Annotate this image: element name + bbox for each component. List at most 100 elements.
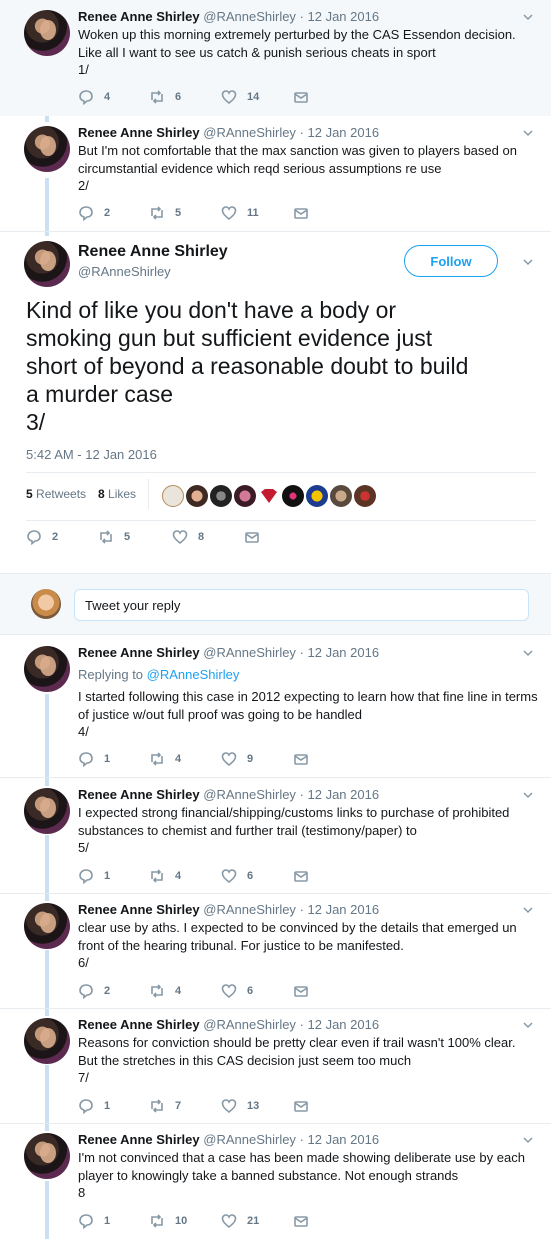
tweet-date[interactable]: · 12 Jan 2016	[300, 902, 380, 917]
tweet-date[interactable]: · 12 Jan 2016	[300, 787, 380, 802]
chevron-down-icon[interactable]	[521, 1018, 535, 1032]
author-name[interactable]: Renee Anne Shirley	[78, 902, 200, 917]
author-name[interactable]: Renee Anne Shirley	[78, 787, 200, 802]
avatar[interactable]	[24, 1018, 70, 1064]
dm-button[interactable]	[244, 529, 260, 545]
likes-stat[interactable]: 8 Likes	[98, 487, 136, 501]
chevron-down-icon[interactable]	[521, 903, 535, 917]
author-name[interactable]: Renee Anne Shirley	[78, 125, 200, 140]
like-button[interactable]: 6	[221, 983, 253, 999]
like-button[interactable]: 6	[221, 868, 253, 884]
context-tweet[interactable]: Renee Anne Shirley @RAnneShirley · 12 Ja…	[0, 0, 551, 116]
mail-icon	[294, 754, 308, 765]
chevron-down-icon[interactable]	[521, 126, 535, 140]
liker-avatar[interactable]	[354, 485, 376, 507]
retweet-button[interactable]: 5	[149, 205, 181, 221]
author-name[interactable]: Renee Anne Shirley	[78, 1017, 200, 1032]
author-name[interactable]: Renee Anne Shirley	[78, 9, 200, 24]
retweet-button[interactable]: 4	[149, 868, 181, 884]
heart-icon	[172, 530, 188, 545]
reply-tweet[interactable]: Renee Anne Shirley @RAnneShirley · 12 Ja…	[0, 1009, 551, 1124]
retweet-button[interactable]: 4	[149, 983, 181, 999]
liker-avatar[interactable]	[330, 485, 352, 507]
tweet-text: I expected strong financial/shipping/cus…	[78, 805, 510, 855]
dm-button[interactable]	[293, 983, 309, 999]
author-handle[interactable]: @RAnneShirley	[203, 787, 296, 802]
author-handle[interactable]: @RAnneShirley	[203, 902, 296, 917]
avatar[interactable]	[24, 903, 70, 949]
dm-button[interactable]	[293, 1098, 309, 1114]
like-button[interactable]: 13	[221, 1098, 259, 1114]
author-handle[interactable]: @RAnneShirley	[203, 645, 296, 660]
liker-avatar[interactable]	[186, 485, 208, 507]
dm-button[interactable]	[293, 868, 309, 884]
liker-avatar[interactable]	[210, 485, 232, 507]
avatar[interactable]	[24, 788, 70, 834]
author-handle[interactable]: @RAnneShirley	[203, 125, 296, 140]
author-name[interactable]: Renee Anne Shirley	[78, 645, 200, 660]
follow-button[interactable]: Follow	[404, 245, 498, 277]
dm-button[interactable]	[293, 89, 309, 105]
like-button[interactable]: 9	[221, 751, 253, 767]
chevron-down-icon[interactable]	[521, 1133, 535, 1147]
dm-button[interactable]	[293, 205, 309, 221]
author-handle[interactable]: @RAnneShirley	[78, 264, 171, 279]
tweet-date[interactable]: · 12 Jan 2016	[300, 9, 380, 24]
reply-button[interactable]: 2	[26, 529, 58, 545]
chevron-down-icon[interactable]	[521, 788, 535, 802]
reply-button[interactable]: 4	[78, 89, 110, 105]
reply-input[interactable]: Tweet your reply	[74, 589, 529, 621]
avatar[interactable]	[24, 126, 70, 172]
retweet-button[interactable]: 10	[149, 1213, 187, 1229]
reply-icon	[79, 752, 93, 767]
like-button[interactable]: 8	[172, 529, 204, 545]
heart-icon	[221, 984, 237, 999]
author-handle[interactable]: @RAnneShirley	[203, 9, 296, 24]
like-button[interactable]: 14	[221, 89, 259, 105]
author-name[interactable]: Renee Anne Shirley	[78, 243, 228, 261]
liker-avatar[interactable]	[162, 485, 184, 507]
avatar[interactable]	[24, 241, 70, 287]
liker-avatar[interactable]	[234, 485, 256, 507]
retweet-button[interactable]: 5	[98, 529, 130, 545]
reply-button[interactable]: 1	[78, 751, 110, 767]
replying-to-handle[interactable]: @RAnneShirley	[147, 667, 240, 682]
tweet-date[interactable]: · 12 Jan 2016	[300, 1017, 380, 1032]
tweet-date[interactable]: · 12 Jan 2016	[300, 645, 380, 660]
author-handle[interactable]: @RAnneShirley	[203, 1017, 296, 1032]
tweet-date[interactable]: · 12 Jan 2016	[300, 125, 380, 140]
retweet-button[interactable]: 4	[149, 751, 181, 767]
like-button[interactable]: 11	[221, 205, 259, 221]
reply-button[interactable]: 1	[78, 1098, 110, 1114]
reply-button[interactable]: 1	[78, 868, 110, 884]
reply-button[interactable]: 1	[78, 1213, 110, 1229]
liker-avatar[interactable]	[282, 485, 304, 507]
author-handle[interactable]: @RAnneShirley	[203, 1132, 296, 1147]
retweet-icon	[151, 869, 163, 883]
reply-tweet[interactable]: Renee Anne Shirley @RAnneShirley · 12 Ja…	[0, 1124, 551, 1239]
reply-tweet[interactable]: Renee Anne Shirley @RAnneShirley · 12 Ja…	[0, 636, 551, 778]
author-name[interactable]: Renee Anne Shirley	[78, 1132, 200, 1147]
chevron-down-icon[interactable]	[521, 10, 535, 24]
avatar[interactable]	[24, 1133, 70, 1179]
reply-button[interactable]: 2	[78, 205, 110, 221]
retweet-button[interactable]: 6	[149, 89, 181, 105]
avatar[interactable]	[24, 10, 70, 56]
reply-button[interactable]: 2	[78, 983, 110, 999]
like-button[interactable]: 21	[221, 1213, 259, 1229]
chevron-down-icon[interactable]	[521, 646, 535, 660]
context-tweet[interactable]: Renee Anne Shirley @RAnneShirley · 12 Ja…	[0, 116, 551, 232]
chevron-down-icon[interactable]	[521, 255, 535, 269]
avatar[interactable]	[24, 646, 70, 692]
dm-button[interactable]	[293, 751, 309, 767]
liker-avatar[interactable]	[306, 485, 328, 507]
tweet-date[interactable]: · 12 Jan 2016	[300, 1132, 380, 1147]
heart-icon	[221, 869, 237, 884]
liker-avatar[interactable]	[258, 485, 280, 507]
tweet-timestamp[interactable]: 5:42 AM - 12 Jan 2016	[26, 447, 157, 462]
retweet-button[interactable]: 7	[149, 1098, 181, 1114]
reply-tweet[interactable]: Renee Anne Shirley @RAnneShirley · 12 Ja…	[0, 894, 551, 1009]
reply-tweet[interactable]: Renee Anne Shirley @RAnneShirley · 12 Ja…	[0, 778, 551, 894]
dm-button[interactable]	[293, 1213, 309, 1229]
retweets-stat[interactable]: 5 Retweets	[26, 487, 86, 501]
